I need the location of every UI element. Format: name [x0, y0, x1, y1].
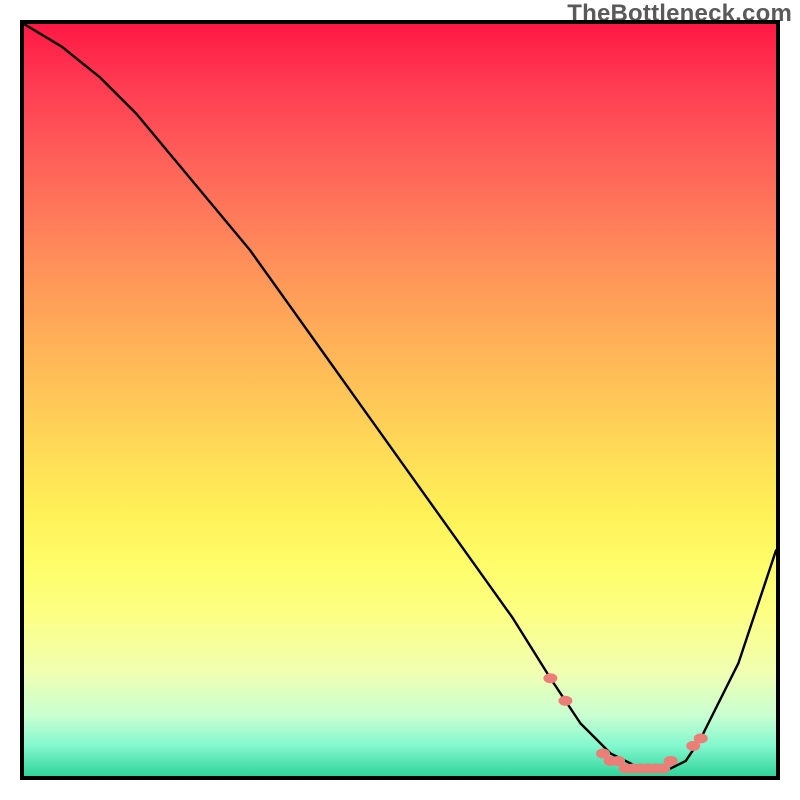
plot-area [20, 20, 780, 780]
chart-canvas: TheBottleneck.com [0, 0, 800, 800]
marker-dot [543, 673, 557, 683]
marker-dot [694, 733, 708, 743]
marker-dot [664, 756, 678, 766]
marker-dot [558, 696, 572, 706]
highlight-dots [543, 673, 707, 773]
curve-layer [24, 24, 776, 776]
bottleneck-curve [24, 24, 776, 768]
